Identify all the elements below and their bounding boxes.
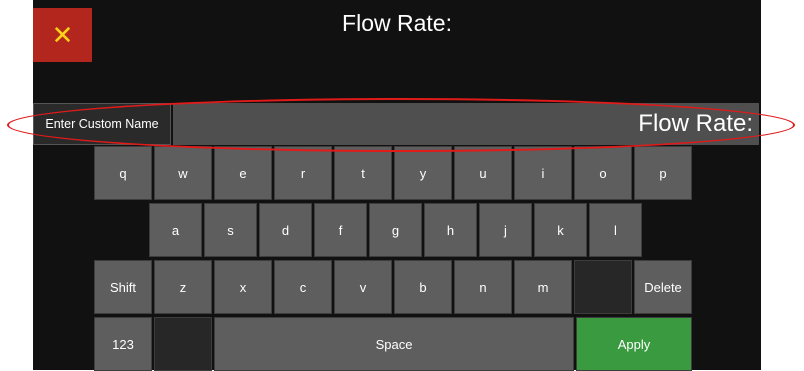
key-v[interactable]: v (334, 260, 392, 314)
key-k[interactable]: k (534, 203, 587, 257)
key-w[interactable]: w (154, 146, 212, 200)
key-q[interactable]: q (94, 146, 152, 200)
key-i[interactable]: i (514, 146, 572, 200)
key-s[interactable]: s (204, 203, 257, 257)
numbers-key[interactable]: 123 (94, 317, 152, 371)
key-u[interactable]: u (454, 146, 512, 200)
key-r[interactable]: r (274, 146, 332, 200)
shift-key[interactable]: Shift (94, 260, 152, 314)
keyboard-screen: ✕ Flow Rate: Enter Custom Name Flow Rate… (33, 0, 761, 371)
key-m[interactable]: m (514, 260, 572, 314)
custom-name-input[interactable]: Flow Rate: (173, 103, 759, 145)
key-f[interactable]: f (314, 203, 367, 257)
blank-key (154, 317, 212, 371)
key-x[interactable]: x (214, 260, 272, 314)
custom-name-label: Enter Custom Name (33, 103, 171, 145)
key-o[interactable]: o (574, 146, 632, 200)
key-a[interactable]: a (149, 203, 202, 257)
key-b[interactable]: b (394, 260, 452, 314)
key-l[interactable]: l (589, 203, 642, 257)
page-title: Flow Rate: (342, 10, 452, 36)
key-h[interactable]: h (424, 203, 477, 257)
key-d[interactable]: d (259, 203, 312, 257)
key-t[interactable]: t (334, 146, 392, 200)
key-y[interactable]: y (394, 146, 452, 200)
blank-key (574, 260, 632, 314)
key-n[interactable]: n (454, 260, 512, 314)
delete-key[interactable]: Delete (634, 260, 692, 314)
custom-name-row: Enter Custom Name Flow Rate: (33, 103, 759, 145)
key-z[interactable]: z (154, 260, 212, 314)
key-g[interactable]: g (369, 203, 422, 257)
apply-button[interactable]: Apply (576, 317, 692, 371)
key-p[interactable]: p (634, 146, 692, 200)
key-c[interactable]: c (274, 260, 332, 314)
key-e[interactable]: e (214, 146, 272, 200)
key-j[interactable]: j (479, 203, 532, 257)
space-key[interactable]: Space (214, 317, 574, 371)
